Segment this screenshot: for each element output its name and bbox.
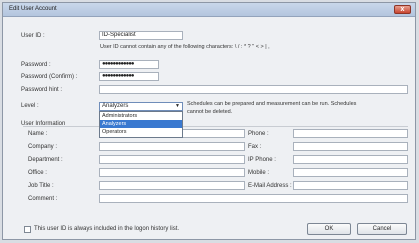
company-label: Company : — [28, 144, 58, 150]
name-label: Name : — [28, 131, 48, 137]
logon-history-checkbox[interactable] — [24, 226, 31, 233]
comment-label: Comment : — [28, 196, 58, 202]
job-title-label: Job Title : — [28, 183, 54, 189]
comment-field[interactable] — [99, 194, 408, 203]
email-label: E-Mail Address : — [248, 183, 292, 189]
close-button[interactable]: x — [394, 5, 411, 14]
edit-user-account-dialog: Edit User Account x User ID : ID-Special… — [2, 2, 416, 240]
level-option-operators[interactable]: Operators — [100, 128, 182, 136]
fax-label: Fax : — [248, 144, 262, 150]
user-id-label: User ID : — [21, 33, 45, 39]
ok-button[interactable]: OK — [307, 223, 351, 235]
level-option-administrators[interactable]: Administrators — [100, 112, 182, 120]
mobile-label: Mobile : — [248, 170, 270, 176]
password-confirm-label: Password (Confirm) : — [21, 74, 78, 80]
ip-phone-label: IP Phone : — [248, 157, 276, 163]
department-field[interactable] — [99, 155, 245, 164]
close-icon: x — [400, 6, 405, 13]
password-field[interactable]: ●●●●●●●●●●●● — [99, 60, 159, 69]
chevron-down-icon: ▼ — [175, 103, 180, 109]
level-selected-value: Analyzers — [102, 103, 129, 109]
level-option-analyzers[interactable]: Analyzers — [100, 120, 182, 128]
password-hint-label: Password hint : — [21, 87, 63, 93]
phone-field[interactable] — [293, 129, 408, 138]
level-dropdown-list: Administrators Analyzers Operators — [99, 111, 183, 138]
mobile-field[interactable] — [293, 168, 408, 177]
level-note-line2: cannot be deleted. — [187, 109, 233, 115]
title-bar[interactable]: Edit User Account x — [3, 3, 415, 17]
section-divider — [23, 126, 408, 127]
user-id-note: User ID cannot contain any of the follow… — [100, 44, 270, 50]
office-label: Office : — [28, 170, 47, 176]
dialog-title: Edit User Account — [9, 6, 57, 12]
cancel-button[interactable]: Cancel — [357, 223, 407, 235]
password-label: Password : — [21, 62, 51, 68]
company-field[interactable] — [99, 142, 245, 151]
job-title-field[interactable] — [99, 181, 245, 190]
ip-phone-field[interactable] — [293, 155, 408, 164]
level-select[interactable]: Analyzers ▼ — [99, 102, 183, 111]
user-id-field[interactable]: ID-Specialist — [99, 31, 183, 40]
office-field[interactable] — [99, 168, 245, 177]
level-note-line1: Schedules can be prepared and measuremen… — [187, 101, 357, 107]
department-label: Department : — [28, 157, 63, 163]
password-confirm-field[interactable]: ●●●●●●●●●●●● — [99, 72, 159, 81]
logon-history-label: This user ID is always included in the l… — [34, 226, 180, 232]
password-hint-field[interactable] — [99, 85, 408, 94]
level-label: Level : — [21, 103, 39, 109]
email-field[interactable] — [293, 181, 408, 190]
fax-field[interactable] — [293, 142, 408, 151]
phone-label: Phone : — [248, 131, 269, 137]
